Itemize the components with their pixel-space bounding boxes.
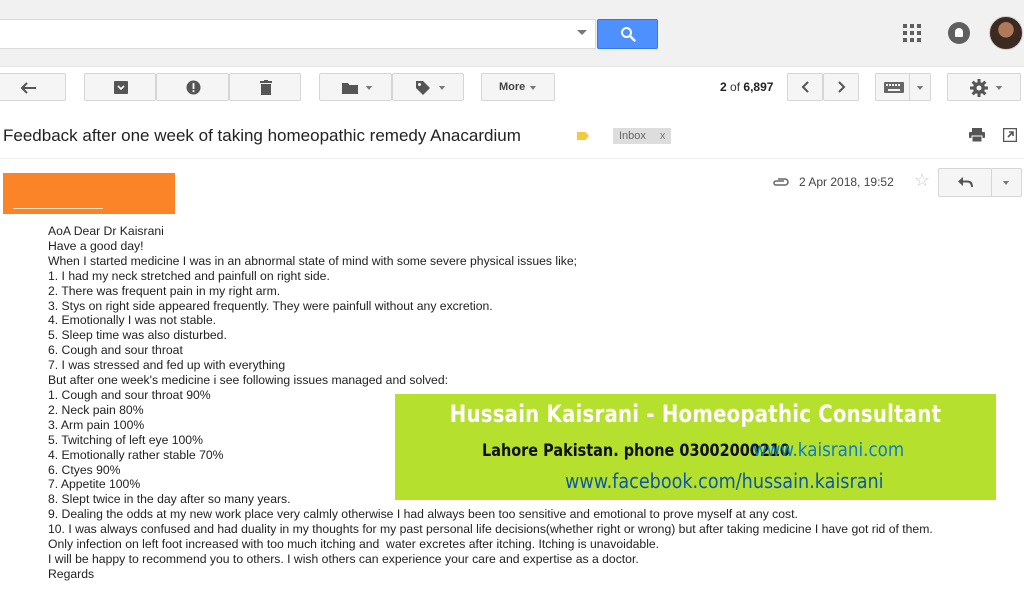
banner-title: Hussain Kaisrani - Homeopathic Consultan… (449, 400, 942, 428)
newer-button[interactable] (787, 73, 823, 101)
star-icon[interactable]: ☆ (914, 170, 930, 191)
more-label: More (499, 81, 526, 93)
print-icon[interactable] (969, 128, 985, 142)
search-icon (621, 27, 636, 42)
inbox-label-chip[interactable]: Inbox x (613, 128, 672, 144)
search-input[interactable] (0, 19, 596, 49)
trash-icon (260, 80, 272, 95)
chevron-left-icon (801, 81, 809, 93)
sender-redaction (3, 173, 175, 214)
move-to-button[interactable] (319, 73, 392, 101)
banner-phone: Lahore Pakistan. phone 03002000210 (482, 441, 790, 461)
importance-marker-icon[interactable] (577, 132, 589, 140)
paperclip-icon (773, 178, 789, 186)
banner-facebook-link: www.facebook.com/hussain.kaisrani (565, 469, 884, 493)
pager-current: 2 (720, 80, 727, 94)
pager-total: 6,897 (743, 80, 774, 94)
settings-button[interactable] (947, 73, 1021, 101)
labels-button[interactable] (392, 73, 464, 101)
folder-icon (342, 83, 358, 94)
reply-button[interactable] (938, 168, 1022, 197)
inbox-label-text: Inbox (619, 130, 646, 142)
archive-icon (114, 81, 128, 94)
chevron-down-icon (366, 86, 372, 90)
pager-of: of (730, 80, 741, 94)
divider (0, 158, 1024, 159)
input-tools-button[interactable] (875, 73, 931, 101)
email-subject: Feedback after one week of taking homeop… (3, 126, 521, 145)
chevron-down-icon (917, 86, 923, 90)
delete-button[interactable] (229, 73, 301, 101)
search-options-icon[interactable] (577, 30, 587, 35)
more-actions-chevron-icon[interactable] (1003, 181, 1009, 185)
keyboard-icon (884, 82, 904, 93)
back-arrow-icon (21, 82, 36, 94)
chevron-down-icon (530, 86, 536, 90)
pager: 2 of 6,897 (720, 80, 773, 94)
archive-button[interactable] (84, 73, 156, 101)
notifications-bell-icon[interactable] (948, 22, 970, 44)
chevron-right-icon (838, 81, 846, 93)
avatar[interactable] (989, 16, 1023, 50)
older-button[interactable] (823, 73, 859, 101)
label-tag-icon (416, 81, 430, 95)
search-button[interactable] (597, 19, 658, 49)
back-button[interactable] (0, 73, 66, 101)
reply-arrow-icon (958, 177, 973, 188)
more-button[interactable]: More (481, 73, 555, 101)
contact-banner: Hussain Kaisrani - Homeopathic Consultan… (395, 394, 996, 500)
remove-label-button[interactable]: x (660, 130, 666, 142)
banner-site-link: www.kaisrani.com (753, 439, 905, 461)
open-in-new-window-icon[interactable] (1003, 128, 1017, 142)
report-spam-button[interactable] (156, 73, 229, 101)
chevron-down-icon (439, 86, 445, 90)
apps-grid-icon[interactable] (903, 24, 921, 42)
chevron-down-icon (996, 86, 1002, 90)
email-date: 2 Apr 2018, 19:52 (799, 175, 894, 189)
gear-icon (970, 79, 988, 97)
report-spam-icon (186, 80, 201, 95)
